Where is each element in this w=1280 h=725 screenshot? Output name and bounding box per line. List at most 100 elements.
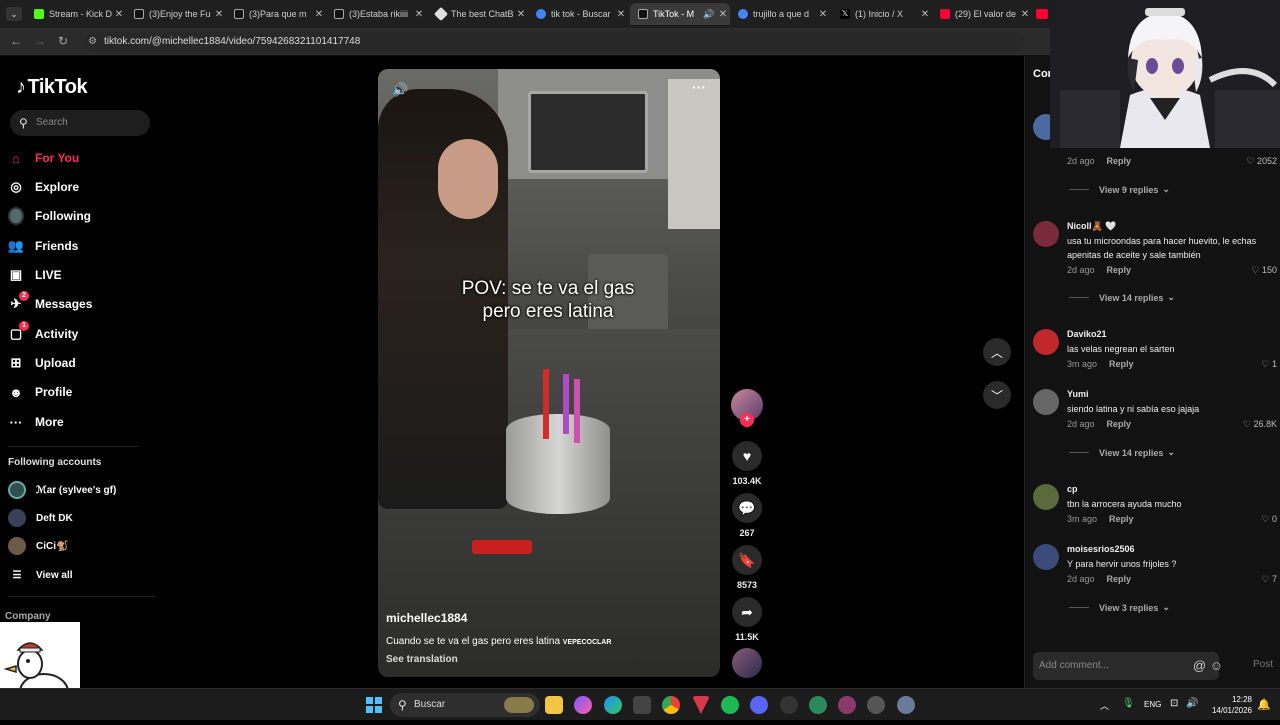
close-icon[interactable]: ✕	[918, 9, 932, 20]
close-icon[interactable]: ✕	[312, 9, 326, 20]
settings-icon[interactable]	[897, 696, 915, 714]
reply-button[interactable]: Reply	[1107, 265, 1132, 275]
comment-like[interactable]: ♡ 1	[1261, 359, 1277, 370]
nav-following[interactable]: Following	[8, 205, 148, 227]
youtube-icon[interactable]	[1036, 9, 1048, 19]
follow-plus-icon[interactable]: +	[740, 413, 754, 427]
comment-username[interactable]: Daviko21	[1067, 329, 1107, 339]
tray-chevron-up-icon[interactable]: ︿	[1100, 699, 1109, 712]
video-player[interactable]: 🔊 ··· POV: se te va el gas pero eres lat…	[378, 69, 720, 677]
see-translation-link[interactable]: See translation	[386, 654, 458, 665]
comment-like[interactable]: ♡ 150	[1251, 265, 1277, 276]
share-button[interactable]: ➦ 11.5K	[730, 597, 764, 642]
avatar[interactable]	[1033, 544, 1059, 570]
reload-icon[interactable]: ↻	[58, 34, 68, 48]
file-explorer-icon[interactable]	[545, 696, 563, 714]
media-player-icon[interactable]	[867, 696, 885, 714]
tab-search-button[interactable]: ⌄	[6, 7, 22, 21]
comment-username[interactable]: Nicoll🧸 🤍	[1067, 221, 1116, 232]
view-replies-button[interactable]: View 3 replies ⌄	[1069, 602, 1170, 613]
nav-messages[interactable]: ✈ 2 Messages	[8, 291, 148, 315]
close-icon[interactable]: ✕	[514, 9, 528, 20]
following-account-0[interactable]: ℳar (sylvee's gf)	[8, 480, 116, 500]
nav-friends[interactable]: 👥 Friends	[8, 235, 148, 257]
comment-like[interactable]: ♡ 0	[1261, 514, 1277, 525]
discord-icon[interactable]	[750, 696, 768, 714]
valorant-icon[interactable]	[692, 696, 710, 714]
reply-button[interactable]: Reply	[1107, 574, 1132, 584]
tab-7[interactable]: trujillo a que d ✕	[730, 3, 830, 25]
microphone-icon[interactable]: 🎙	[1122, 698, 1135, 709]
app-icon[interactable]	[780, 696, 798, 714]
comment-username[interactable]: Yumi	[1067, 389, 1089, 399]
close-icon[interactable]: ✕	[212, 9, 226, 20]
view-replies-button[interactable]: View 9 replies ⌄	[1069, 184, 1170, 195]
comment-like[interactable]: ♡ 2052	[1246, 156, 1277, 167]
url-field[interactable]: ⚙ tiktok.com/@michellec1884/video/759426…	[84, 32, 1024, 52]
following-account-2[interactable]: CiCi🐒	[8, 536, 68, 556]
caption-hashtag[interactable]: VEPECOCLAR	[563, 639, 612, 646]
spotify-icon[interactable]	[721, 696, 739, 714]
avatar[interactable]	[1033, 484, 1059, 510]
music-disc-button[interactable]	[730, 648, 764, 678]
comment-button[interactable]: 💬 267	[730, 493, 764, 538]
reply-button[interactable]: Reply	[1107, 419, 1132, 429]
search-input[interactable]: ⚲ Search	[10, 110, 150, 136]
copilot-icon[interactable]	[574, 696, 592, 714]
add-comment-input[interactable]: Add comment... @ ☺	[1033, 652, 1223, 680]
view-replies-button[interactable]: View 14 replies ⌄	[1069, 447, 1175, 458]
tab-6-active[interactable]: TikTok - M 🔊 ✕	[630, 3, 730, 25]
nav-for-you[interactable]: ⌂ For You	[8, 147, 148, 169]
avatar[interactable]	[1033, 389, 1059, 415]
language-indicator[interactable]: ENG	[1144, 700, 1161, 709]
video-author[interactable]: michellec1884	[386, 611, 467, 625]
speaker-icon[interactable]: 🔊	[702, 9, 716, 20]
tab-5[interactable]: tik tok - Buscar ✕	[528, 3, 628, 25]
creator-avatar-button[interactable]: +	[730, 389, 764, 427]
previous-video-button[interactable]: ︿	[983, 338, 1011, 366]
comment-like[interactable]: ♡ 26.8K	[1243, 419, 1277, 430]
chrome-icon[interactable]	[662, 696, 680, 714]
reply-button[interactable]: Reply	[1109, 359, 1134, 369]
system-clock[interactable]: 12:28 14/01/2026	[1206, 694, 1252, 716]
tab-9[interactable]: (29) El valor de ✕	[932, 3, 1032, 25]
app-icon[interactable]	[838, 696, 856, 714]
close-icon[interactable]: ✕	[816, 9, 830, 20]
comment-like[interactable]: ♡ 7	[1261, 574, 1277, 585]
site-info-icon[interactable]: ⚙	[88, 32, 97, 52]
nav-profile[interactable]: ☻ Profile	[8, 381, 148, 403]
tab-8[interactable]: 𝕏 (1) Inicio / X ✕	[832, 3, 932, 25]
reply-button[interactable]: Reply	[1107, 156, 1132, 166]
app-icon[interactable]	[809, 696, 827, 714]
close-icon[interactable]: ✕	[614, 9, 628, 20]
store-icon[interactable]	[633, 696, 651, 714]
close-icon[interactable]: ✕	[112, 9, 126, 20]
following-account-1[interactable]: Deft DK	[8, 508, 73, 528]
tab-4[interactable]: The best ChatB ✕	[428, 3, 528, 25]
comment-username[interactable]: moisesrios2506	[1067, 544, 1135, 554]
nav-upload[interactable]: ⊞ Upload	[8, 352, 148, 374]
volume-icon[interactable]: 🔊	[1186, 698, 1198, 709]
like-button[interactable]: ♥ 103.4K	[730, 441, 764, 486]
close-icon[interactable]: ✕	[412, 9, 426, 20]
close-icon[interactable]: ✕	[1018, 9, 1032, 20]
reply-button[interactable]: Reply	[1109, 514, 1134, 524]
tiktok-logo[interactable]: ♪ TikTok	[16, 76, 88, 99]
avatar[interactable]	[1033, 329, 1059, 355]
network-icon[interactable]: ⊡	[1170, 698, 1178, 709]
emoji-icon[interactable]: ☺	[1210, 658, 1223, 673]
volume-icon[interactable]: 🔊	[392, 82, 408, 98]
forward-icon[interactable]: →	[34, 34, 46, 48]
taskbar-search[interactable]: ⚲ Buscar	[390, 693, 540, 717]
view-replies-button[interactable]: View 14 replies ⌄	[1069, 292, 1175, 303]
post-button[interactable]: Post	[1253, 659, 1273, 670]
tab-2[interactable]: (3)Para que m ✕	[226, 3, 326, 25]
avatar[interactable]	[1033, 221, 1059, 247]
mention-icon[interactable]: @	[1193, 658, 1206, 673]
comment-username[interactable]: cp	[1067, 484, 1078, 494]
tab-0[interactable]: Stream - Kick D ✕	[26, 3, 126, 25]
tab-1[interactable]: (3)Enjoy the Fu ✕	[126, 3, 226, 25]
more-options-icon[interactable]: ···	[692, 79, 706, 95]
nav-activity[interactable]: ▢ 1 Activity	[8, 321, 148, 345]
back-icon[interactable]: ←	[10, 34, 22, 48]
